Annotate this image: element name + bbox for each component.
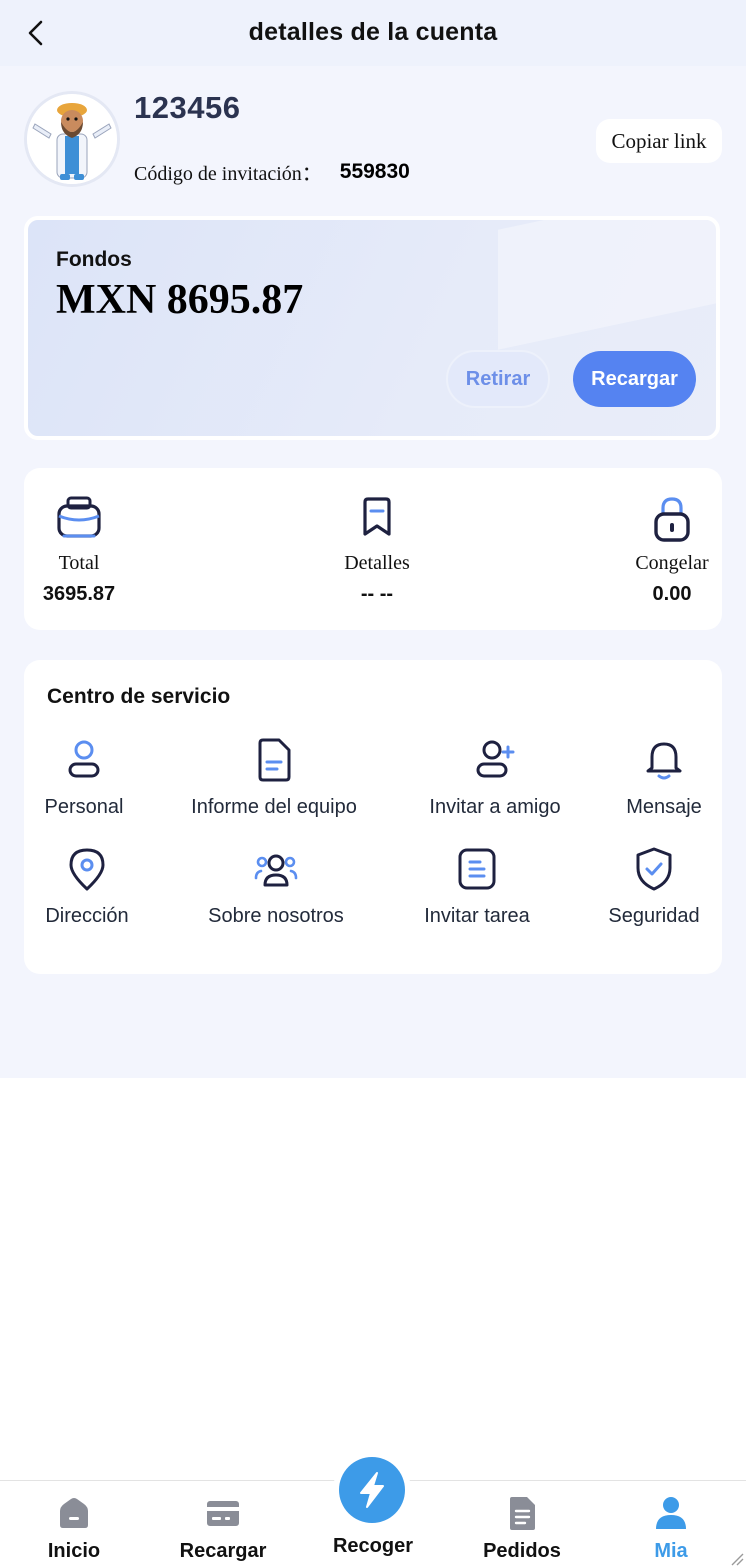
location-pin-icon: [69, 848, 105, 891]
funds-label: Fondos: [56, 248, 132, 271]
user-icon: [68, 740, 100, 778]
service-center-card: Centro de servicio Personal Informe del …: [24, 660, 722, 974]
service-invite-task-label: Invitar tarea: [424, 905, 530, 927]
person-icon: [656, 1497, 686, 1529]
stat-details-label: Detalles: [344, 552, 410, 574]
service-message-label: Mensaje: [626, 796, 702, 818]
shield-check-icon: [636, 847, 672, 891]
service-personal[interactable]: Personal: [24, 737, 144, 819]
task-list-icon: [458, 848, 496, 890]
service-about-us-label: Sobre nosotros: [208, 905, 344, 927]
home-icon: [60, 1498, 88, 1528]
avatar-illustration: [27, 94, 117, 184]
service-personal-label: Personal: [44, 796, 124, 818]
orders-icon: [510, 1497, 535, 1530]
tab-recargar[interactable]: Recargar: [148, 1481, 298, 1568]
tab-inicio-label: Inicio: [47, 1540, 101, 1562]
document-icon: [258, 738, 291, 782]
recharge-button[interactable]: Recargar: [573, 351, 696, 407]
service-message[interactable]: Mensaje: [604, 737, 724, 819]
tab-pedidos[interactable]: Pedidos: [447, 1481, 597, 1568]
tab-recargar-label: Recargar: [179, 1540, 267, 1562]
service-address[interactable]: Dirección: [27, 846, 147, 928]
collect-center-button[interactable]: [333, 1451, 411, 1529]
stat-frozen[interactable]: Congelar 0.00: [592, 494, 746, 606]
service-invite-friend[interactable]: Invitar a amigo: [405, 737, 585, 819]
service-about-us[interactable]: Sobre nosotros: [176, 846, 376, 928]
avatar: [24, 91, 120, 187]
collect-center-circle: [339, 1457, 405, 1523]
service-invite-task[interactable]: Invitar tarea: [407, 846, 547, 928]
page-title: detalles de la cuenta: [248, 18, 498, 46]
funds-card: Fondos MXN 8695.87 Retirar Recargar: [24, 216, 720, 440]
copy-link-button[interactable]: Copiar link: [596, 119, 722, 163]
stat-details-value: -- --: [360, 583, 394, 605]
stat-total-label: Total: [58, 552, 100, 574]
service-team-report-label: Informe del equipo: [191, 796, 357, 818]
service-invite-friend-label: Invitar a amigo: [429, 796, 561, 818]
resize-grip-icon: [731, 1553, 744, 1566]
invite-code-label: Código de invitación：: [134, 163, 322, 185]
stats-card: Total 3695.87 Detalles -- -- Congelar 0.…: [24, 468, 722, 630]
briefcase-icon: [57, 496, 101, 538]
service-team-report[interactable]: Informe del equipo: [174, 737, 374, 819]
stat-total-value: 3695.87: [42, 583, 116, 605]
header-bar: detalles de la cuenta: [0, 0, 746, 66]
tab-mia-label: Mia: [654, 1540, 688, 1562]
service-security[interactable]: Seguridad: [594, 846, 714, 928]
lightning-icon: [360, 1472, 384, 1508]
service-security-label: Seguridad: [608, 905, 700, 927]
tab-recoger-label: Recoger: [332, 1535, 414, 1557]
stat-frozen-value: 0.00: [652, 583, 692, 605]
bookmark-icon: [363, 497, 391, 536]
add-user-icon: [476, 740, 515, 778]
invite-row: Código de invitación： 559830: [134, 157, 410, 186]
invite-code-value: 559830: [339, 159, 410, 183]
service-address-label: Dirección: [45, 905, 129, 927]
tab-pedidos-label: Pedidos: [483, 1540, 561, 1562]
stat-details[interactable]: Detalles -- --: [297, 494, 457, 606]
funds-amount: MXN 8695.87: [56, 277, 304, 323]
lock-icon: [654, 497, 690, 542]
card-icon: [207, 1501, 239, 1526]
bell-icon: [646, 742, 682, 780]
service-center-title: Centro de servicio: [47, 685, 231, 708]
withdraw-button[interactable]: Retirar: [446, 350, 550, 408]
tab-inicio[interactable]: Inicio: [0, 1481, 149, 1568]
team-icon: [254, 854, 298, 887]
stat-total[interactable]: Total 3695.87: [0, 494, 159, 606]
funds-card-decoration: [498, 220, 716, 350]
stat-frozen-label: Congelar: [635, 552, 709, 574]
tab-mia[interactable]: Mia: [596, 1481, 746, 1568]
username: 123456: [134, 90, 241, 125]
